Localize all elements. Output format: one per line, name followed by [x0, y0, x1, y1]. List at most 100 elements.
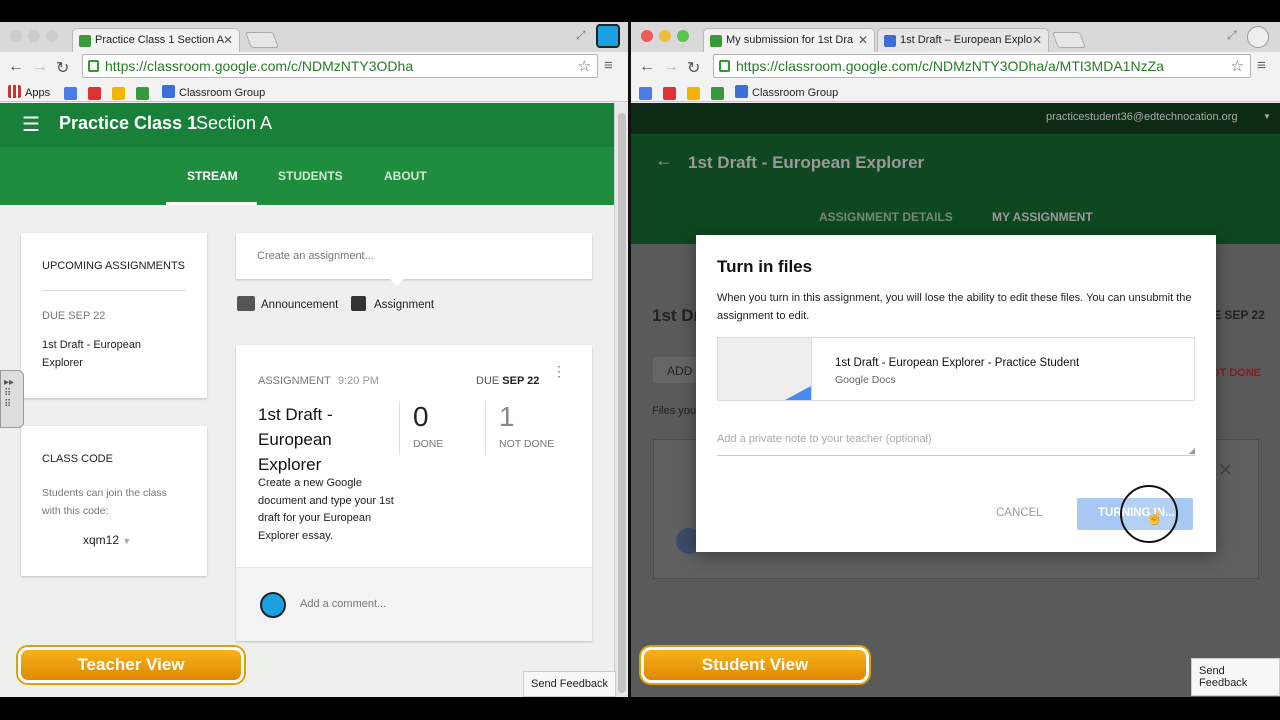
private-note-input[interactable]: Add a private note to your teacher (opti…: [717, 432, 1195, 456]
assignment-doc-icon: [351, 296, 366, 311]
close-tab-icon[interactable]: ✕: [223, 33, 233, 47]
assignment-description: Create a new Google document and type yo…: [258, 477, 394, 542]
bookmark-classroom-group[interactable]: Classroom Group: [162, 85, 265, 99]
new-tab-button[interactable]: [1052, 32, 1086, 48]
done-count[interactable]: 0: [413, 401, 429, 433]
assignment-time: 9:20 PM: [338, 375, 379, 387]
new-tab-button[interactable]: [245, 32, 279, 48]
url-text: https://classroom.google.com/c/NDMzNTY3O…: [105, 58, 414, 74]
bg-close-icon[interactable]: ✕: [1218, 460, 1233, 481]
assignment-page: practicestudent36@edtechnocation.org ▼ ←…: [631, 103, 1280, 697]
star-icon[interactable]: ☆: [1231, 57, 1244, 75]
scrollbar[interactable]: [614, 103, 628, 697]
hamburger-menu-icon[interactable]: ☰: [22, 112, 40, 137]
tab-title: Practice Class 1 Section A: [95, 34, 225, 46]
stat-divider: [399, 401, 400, 455]
classroom-favicon-icon: [710, 35, 722, 47]
menu-icon[interactable]: ≡: [604, 57, 613, 74]
google-icon[interactable]: [639, 87, 652, 100]
menu-icon[interactable]: ≡: [1257, 57, 1266, 74]
comment-icon: [237, 296, 255, 311]
grip-dots-icon: ⠿ ⠿: [4, 388, 12, 410]
back-icon[interactable]: ←: [8, 58, 24, 76]
cancel-button[interactable]: CANCEL: [996, 507, 1043, 519]
url-text: https://classroom.google.com/c/NDMzNTY3O…: [736, 58, 1164, 74]
window-maximize-button[interactable]: [46, 30, 58, 42]
close-tab-icon[interactable]: ✕: [858, 33, 868, 47]
class-section: Section A: [196, 113, 273, 133]
browser-tab-doc[interactable]: 1st Draft – European Explo ✕: [877, 28, 1049, 52]
page-icon: [735, 85, 748, 98]
pointer-caret: [390, 279, 404, 286]
drive-icon[interactable]: [112, 87, 125, 100]
teacher-send-feedback-button[interactable]: Send Feedback: [523, 671, 617, 697]
doc-corner-icon: [785, 386, 811, 400]
create-assignment-box[interactable]: Create an assignment...: [236, 233, 592, 279]
classroom-page: ☰ Practice Class 1 Section A STREAM STUD…: [0, 103, 614, 697]
google-icon[interactable]: [64, 87, 77, 100]
incognito-icon: [1247, 26, 1269, 48]
more-options-icon[interactable]: ⋮: [552, 364, 566, 378]
announcement-option[interactable]: Announcement: [237, 296, 338, 311]
star-icon[interactable]: ☆: [578, 57, 591, 75]
close-tab-icon[interactable]: ✕: [1032, 33, 1042, 47]
tab-stream[interactable]: STREAM: [187, 169, 238, 183]
avatar: [260, 592, 286, 618]
bg-add-button[interactable]: ADD: [653, 357, 697, 383]
scrollbar-thumb[interactable]: [618, 113, 626, 693]
tab-my-assignment[interactable]: MY ASSIGNMENT: [992, 210, 1093, 224]
assignment-title[interactable]: 1st Draft - European Explorer: [258, 402, 378, 477]
forward-icon[interactable]: →: [663, 58, 679, 76]
student-view-badge: Student View: [641, 647, 869, 683]
side-panel-handle[interactable]: ▸▸ ⠿ ⠿: [0, 370, 24, 428]
teacher-view-badge: Teacher View: [18, 647, 244, 683]
address-bar[interactable]: https://classroom.google.com/c/NDMzNTY3O…: [82, 54, 598, 78]
file-type: Google Docs: [835, 374, 896, 386]
account-email[interactable]: practicestudent36@edtechnocation.org: [1046, 111, 1238, 123]
profile-avatar-icon[interactable]: [596, 24, 620, 48]
browser-toolbar: ← → ↻ https://classroom.google.com/c/NDM…: [0, 52, 628, 102]
assignment-header: ← 1st Draft - European Explorer ASSIGNME…: [631, 134, 1280, 244]
window-minimize-button[interactable]: [659, 30, 671, 42]
tab-assignment-details[interactable]: ASSIGNMENT DETAILS: [819, 210, 953, 224]
file-attachment[interactable]: 1st Draft - European Explorer - Practice…: [717, 337, 1195, 401]
gmail-icon[interactable]: [88, 87, 101, 100]
back-icon[interactable]: ←: [639, 58, 655, 76]
window-minimize-button[interactable]: [28, 30, 40, 42]
browser-tab-class[interactable]: Practice Class 1 Section A ✕: [72, 28, 240, 52]
bookmark-classroom-group[interactable]: Classroom Group: [735, 85, 838, 99]
browser-tab-submission[interactable]: My submission for 1st Dra ✕: [703, 28, 875, 52]
drive-icon[interactable]: [687, 87, 700, 100]
gmail-icon[interactable]: [663, 87, 676, 100]
assignment-option[interactable]: Assignment: [351, 296, 434, 311]
upcoming-item-link[interactable]: 1st Draft - European Explorer: [42, 336, 152, 372]
window-close-button[interactable]: [641, 30, 653, 42]
reload-icon[interactable]: ↻: [687, 58, 700, 78]
address-bar[interactable]: https://classroom.google.com/c/NDMzNTY3O…: [713, 54, 1251, 78]
stat-divider: [485, 401, 486, 455]
comment-input[interactable]: Add a comment...: [300, 598, 386, 610]
student-send-feedback-button[interactable]: Send Feedback: [1191, 658, 1280, 696]
reload-icon[interactable]: ↻: [56, 58, 69, 78]
window-close-button[interactable]: [10, 30, 22, 42]
not-done-count[interactable]: 1: [499, 401, 515, 433]
account-dropdown-icon[interactable]: ▼: [1263, 112, 1271, 121]
classroom-icon[interactable]: [136, 87, 149, 100]
student-browser-window: My submission for 1st Dra ✕ 1st Draft – …: [631, 22, 1280, 697]
divider: [42, 290, 186, 291]
dropdown-arrow-icon: ▼: [122, 536, 132, 546]
tab-students[interactable]: STUDENTS: [278, 169, 343, 183]
note-placeholder: Add a private note to your teacher (opti…: [717, 433, 932, 445]
hand-cursor-icon: ☝: [1146, 509, 1164, 525]
class-code-value[interactable]: xqm12 ▼: [83, 533, 131, 547]
bookmark-apps[interactable]: Apps: [8, 85, 50, 99]
forward-icon[interactable]: →: [32, 58, 48, 76]
teacher-browser-window: Practice Class 1 Section A ✕ ⤢ ← → ↻ htt…: [0, 22, 628, 697]
apps-grid-icon: [8, 85, 21, 98]
tab-about[interactable]: ABOUT: [384, 169, 427, 183]
classroom-icon[interactable]: [711, 87, 724, 100]
back-arrow-icon[interactable]: ←: [655, 150, 673, 171]
window-maximize-button[interactable]: [677, 30, 689, 42]
resize-grip-icon[interactable]: ◢: [1189, 446, 1195, 455]
tab-title: My submission for 1st Dra: [726, 34, 854, 46]
